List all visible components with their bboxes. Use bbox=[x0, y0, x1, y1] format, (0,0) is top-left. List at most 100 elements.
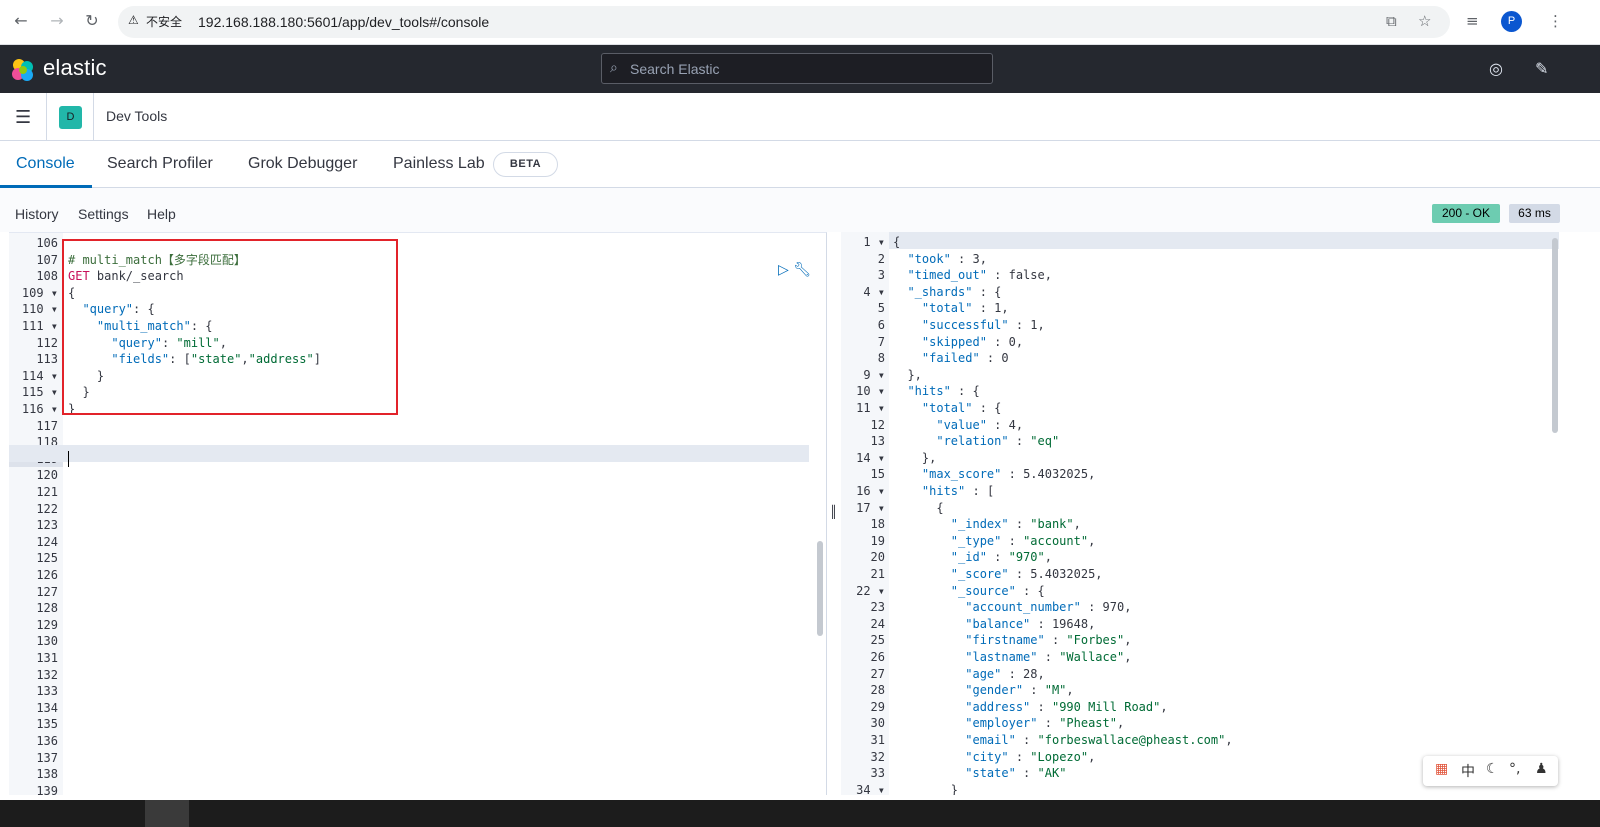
line-number: 111 ▾ bbox=[21, 319, 58, 333]
output-line: "skipped" : 0, bbox=[921, 334, 1024, 349]
tab-search-icon[interactable]: ≡ bbox=[1466, 11, 1479, 31]
breadcrumb-dev-tools: Dev Tools bbox=[106, 108, 168, 124]
output-line-number: 17 ▾ bbox=[856, 500, 885, 515]
output-line: "address" : "990 Mill Road", bbox=[965, 699, 1168, 714]
line-number: 117 bbox=[36, 418, 58, 433]
dev-tools-tabs: Console Search Profiler Grok Debugger Pa… bbox=[0, 141, 1600, 188]
output-line-number: 31 bbox=[870, 733, 885, 747]
output-line: "account_number" : 970, bbox=[965, 600, 1132, 615]
output-line: "age" : 28, bbox=[965, 666, 1045, 681]
output-line-number: 26 bbox=[870, 650, 885, 664]
url-text[interactable]: 192.168.188.180:5601/app/dev_tools#/cons… bbox=[198, 14, 489, 30]
output-line: { bbox=[893, 235, 901, 249]
line-number: 131 bbox=[36, 651, 58, 665]
output-line: "_score" : 5.4032025, bbox=[950, 567, 1103, 581]
taskbar-item[interactable] bbox=[145, 800, 189, 827]
output-line-number: 4 ▾ bbox=[863, 284, 885, 299]
skin-icon[interactable]: ♟ bbox=[1535, 761, 1548, 777]
output-line: "total" : 1, bbox=[921, 301, 1009, 316]
ime-mode[interactable]: 中 bbox=[1461, 761, 1475, 781]
help-icon[interactable]: ◎ bbox=[1489, 59, 1503, 78]
divider bbox=[93, 93, 94, 141]
line-number: 138 bbox=[36, 767, 58, 782]
security-label: 不安全 bbox=[146, 15, 183, 29]
output-line-number: 32 bbox=[870, 749, 885, 764]
elastic-logo-icon[interactable] bbox=[10, 57, 36, 83]
tab-console[interactable]: Console bbox=[16, 155, 75, 173]
line-number: 116 ▾ bbox=[21, 402, 58, 416]
line-number: 126 bbox=[36, 568, 58, 582]
output-line-number: 20 bbox=[870, 550, 885, 565]
editor-scrollbar[interactable] bbox=[817, 541, 823, 636]
output-line-number: 23 bbox=[870, 600, 885, 615]
line-number: 115 ▾ bbox=[21, 385, 58, 400]
back-icon[interactable]: ← bbox=[11, 11, 31, 31]
line-number: 121 bbox=[36, 485, 58, 499]
space-avatar[interactable]: D bbox=[59, 106, 82, 129]
translate-icon[interactable]: ⧉ bbox=[1386, 11, 1397, 31]
news-feed-icon[interactable]: ✎ bbox=[1535, 59, 1548, 78]
output-active-line bbox=[889, 232, 1559, 249]
request-editor[interactable]: 106 107 108 109 ▾ 110 ▾ 111 ▾ 112 113 114 ▾… bbox=[9, 232, 827, 795]
output-line-number: 2 bbox=[877, 251, 885, 266]
output-line: "total" : { bbox=[921, 401, 1002, 415]
output-line-number: 9 ▾ bbox=[863, 367, 885, 382]
output-line-number: 25 bbox=[870, 633, 885, 648]
output-line-number: 12 bbox=[870, 417, 885, 432]
brand-name: elastic bbox=[43, 55, 107, 80]
line-number: 130 bbox=[36, 634, 58, 649]
tab-grok-debugger[interactable]: Grok Debugger bbox=[248, 155, 357, 173]
line-number: 127 bbox=[36, 584, 58, 599]
output-line-number: 14 ▾ bbox=[856, 450, 885, 465]
output-line: "hits" : { bbox=[907, 384, 980, 399]
search-input[interactable] bbox=[630, 54, 985, 83]
tab-painless-lab[interactable]: Painless Lab bbox=[393, 155, 485, 173]
output-line: { bbox=[893, 500, 944, 515]
response-output[interactable]: 1 ▾ 2 3 4 ▾ 5 6 7 8 9 ▾ 10 ▾ 11 ▾ 12 13 14 ▾ 1… bbox=[841, 232, 1560, 795]
request-actions: ▷ 🔧︎ bbox=[778, 262, 811, 278]
output-line-number: 29 bbox=[870, 699, 885, 714]
output-line-number: 33 bbox=[870, 766, 885, 781]
output-line-number: 6 bbox=[877, 318, 885, 332]
windows-icon[interactable]: ▦ bbox=[1435, 761, 1448, 777]
line-number: 110 ▾ bbox=[21, 302, 58, 317]
output-line-number: 13 bbox=[870, 434, 885, 449]
line-number: 136 bbox=[36, 734, 58, 748]
output-line-number: 11 ▾ bbox=[856, 401, 885, 415]
settings-link[interactable]: Settings bbox=[78, 206, 129, 222]
punctuation-icon[interactable]: °, bbox=[1509, 761, 1520, 777]
output-line-number: 27 bbox=[870, 666, 885, 681]
line-number: 128 bbox=[36, 601, 58, 616]
menu-icon[interactable]: ☰ bbox=[15, 107, 31, 128]
line-number: 134 bbox=[36, 700, 58, 715]
pane-resize-handle[interactable]: ║ bbox=[830, 505, 837, 519]
bookmark-star-icon[interactable]: ☆ bbox=[1418, 11, 1431, 31]
more-menu-icon[interactable]: ⋮ bbox=[1548, 11, 1563, 31]
output-line: "employer" : "Pheast", bbox=[965, 716, 1125, 731]
help-link[interactable]: Help bbox=[147, 206, 176, 222]
address-bar[interactable]: ⚠ 不安全 192.168.188.180:5601/app/dev_tools… bbox=[118, 6, 1450, 38]
output-line: "_source" : { bbox=[950, 583, 1045, 598]
reload-icon[interactable]: ↻ bbox=[82, 11, 102, 31]
tab-search-profiler[interactable]: Search Profiler bbox=[107, 155, 213, 173]
line-number: 106 bbox=[36, 236, 58, 250]
output-line: "_id" : "970", bbox=[950, 550, 1052, 565]
wrench-icon[interactable]: 🔧︎ bbox=[793, 262, 811, 278]
global-search[interactable]: ⌕ bbox=[601, 53, 993, 84]
output-line: "timed_out" : false, bbox=[907, 268, 1052, 283]
profile-avatar[interactable]: P bbox=[1501, 11, 1522, 32]
output-scrollbar[interactable] bbox=[1552, 238, 1558, 433]
output-line: "value" : 4, bbox=[936, 417, 1024, 432]
output-line-number: 16 ▾ bbox=[856, 484, 885, 498]
output-line: "took" : 3, bbox=[907, 251, 987, 266]
line-number: 137 bbox=[36, 750, 58, 765]
history-link[interactable]: History bbox=[15, 206, 59, 222]
line-number: 112 bbox=[36, 335, 58, 350]
output-line-number: 15 bbox=[870, 467, 885, 482]
forward-icon[interactable]: → bbox=[47, 11, 67, 31]
output-line-number: 3 bbox=[877, 268, 885, 283]
send-request-icon[interactable]: ▷ bbox=[778, 262, 789, 278]
breadcrumb-bar: ☰ D Dev Tools bbox=[0, 93, 1600, 141]
line-number: 113 bbox=[36, 352, 58, 367]
moon-icon[interactable]: ☾ bbox=[1486, 761, 1499, 777]
